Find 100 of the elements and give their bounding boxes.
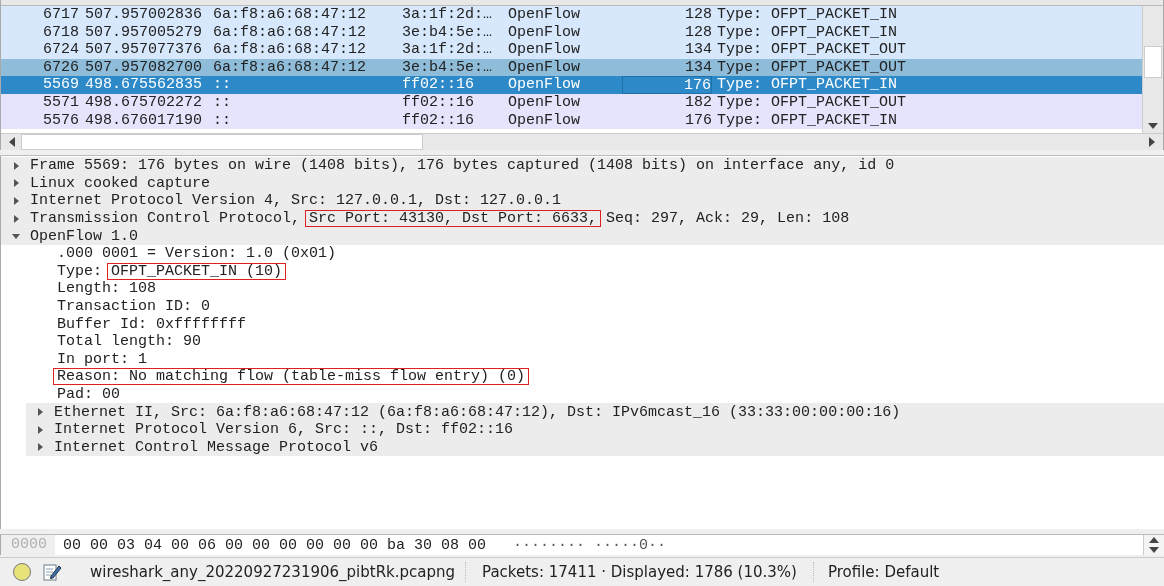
tree-label: Seq: 297, Ack: 29, Len: 108: [606, 211, 850, 227]
packet-number: 6726: [42, 58, 79, 77]
packet-protocol: OpenFlow: [507, 93, 581, 112]
packet-number: 5576: [42, 111, 79, 130]
packet-time: 507.957082700: [84, 58, 204, 77]
packet-destination: 3e:b4:5e:…: [401, 58, 493, 77]
tree-label: Length: 108: [57, 281, 157, 297]
packet-source: ::: [212, 93, 232, 112]
capture-file-name: wireshark_any_20220927231906_pibtRk.pcapng: [90, 563, 456, 581]
tree-label: OpenFlow 1.0: [30, 228, 139, 244]
packet-source: 6a:f8:a6:68:47:12: [212, 23, 368, 42]
packet-length: 128: [684, 6, 712, 24]
packet-destination: ff02::16: [401, 76, 475, 94]
expand-arrow-icon[interactable]: [11, 178, 21, 189]
packet-time: 507.957077376: [84, 41, 204, 59]
packet-length: 134: [684, 58, 712, 77]
packet-destination: ff02::16: [401, 93, 475, 112]
packet-source: ::: [212, 76, 232, 94]
tree-label: Transmission Control Protocol,: [30, 211, 301, 227]
packet-number: 6718: [42, 23, 79, 42]
scroll-right-icon[interactable]: [1149, 137, 1155, 147]
packet-destination: ff02::16: [401, 111, 475, 130]
scrollbar-thumb[interactable]: [21, 134, 423, 150]
scroll-up-icon[interactable]: [1149, 537, 1159, 543]
packet-protocol: OpenFlow: [507, 23, 581, 42]
packet-time: 498.675702272: [84, 93, 204, 112]
status-indicator-icon[interactable]: [12, 562, 32, 582]
packet-time: 507.957002836: [84, 6, 204, 24]
packet-protocol: OpenFlow: [507, 41, 581, 59]
packet-protocol: OpenFlow: [507, 58, 581, 77]
tree-label: Frame 5569: 176 bytes on wire (1408 bits), 176 bytes captured (1408 bits) on interface any, id 0: [30, 158, 895, 174]
packet-info: Type: OFPT_PACKET_IN: [716, 111, 898, 130]
packet-protocol: OpenFlow: [507, 76, 581, 94]
vertical-scrollbar[interactable]: [1143, 535, 1164, 555]
tree-label: Total length: 90: [57, 334, 202, 350]
tree-row[interactable]: Frame 5569: 176 bytes on wire (1408 bits), 176 bytes captured (1408 bits) on interface any, id 0: [1, 157, 1164, 175]
highlighted-field: OFPT_PACKET_IN (10): [107, 262, 287, 280]
packet-info: Type: OFPT_PACKET_IN: [716, 76, 898, 94]
packet-protocol: OpenFlow: [507, 111, 581, 130]
packet-info: Type: OFPT_PACKET_IN: [716, 6, 898, 24]
tree-label: Transaction ID: 0: [57, 299, 211, 315]
packet-info: Type: OFPT_PACKET_OUT: [716, 41, 907, 59]
expand-arrow-icon[interactable]: [11, 196, 21, 206]
highlighted-field: Reason: No matching flow (table-miss flow entry) (0): [53, 368, 530, 386]
packet-number: 6724: [42, 41, 79, 59]
packet-row[interactable]: 5569 498.675562835 :: ff02::16 OpenFlow 176 Type: OFPT_PACKET_IN: [1, 76, 1142, 94]
scroll-down-icon[interactable]: [1149, 547, 1159, 553]
highlighted-field: Src Port: 43130, Dst Port: 6633,: [305, 210, 602, 228]
packet-source: 6a:f8:a6:68:47:12: [212, 41, 368, 59]
packet-count: Packets: 17411 · Displayed: 1786 (10.3%): [481, 563, 798, 581]
tree-label: .000 0001 = Version: 1.0 (0x01): [57, 246, 337, 262]
tree-label: In port: 1: [57, 351, 147, 367]
tree-row[interactable]: Ethernet II, Src: 6a:f8:a6:68:47:12 (6a:f8:a6:68:47:12), Dst: IPv6mcast_16 (33:33:00:00:00:16): [26, 403, 1164, 421]
packet-info: Type: OFPT_PACKET_OUT: [716, 58, 907, 77]
horizontal-scrollbar[interactable]: [1, 133, 1163, 150]
packet-time: 507.957005279: [84, 23, 204, 42]
packet-number: 5569: [42, 76, 79, 94]
tree-label: Internet Protocol Version 4, Src: 127.0.0.1, Dst: 127.0.0.1: [30, 193, 562, 209]
expand-arrow-icon[interactable]: [11, 213, 21, 224]
packet-info: Type: OFPT_PACKET_IN: [716, 23, 898, 42]
tree-label: Ethernet II, Src: 6a:f8:a6:68:47:12 (6a:f8:a6:68:47:12), Dst: IPv6mcast_16 (33:33:00:00:00:16): [54, 404, 901, 420]
packet-length: 128: [684, 23, 712, 42]
packet-destination: 3e:b4:5e:…: [401, 23, 493, 42]
tree-label: Pad: 00: [57, 387, 120, 402]
tree-row[interactable]: Internet Protocol Version 4, Src: 127.0.0.1, Dst: 127.0.0.1: [1, 192, 1164, 210]
packet-time: 498.675562835: [84, 76, 204, 94]
expand-arrow-icon[interactable]: [35, 407, 45, 418]
tree-row[interactable]: OpenFlow 1.0: [1, 227, 1164, 245]
packet-row[interactable]: 6717 507.957002836 6a:f8:a6:68:47:12 3a:1f:2d:… OpenFlow 128 Type: OFPT_PACKET_IN: [1, 6, 1142, 24]
tree-label: Internet Control Message Protocol v6: [54, 439, 379, 455]
packet-source: 6a:f8:a6:68:47:12: [212, 6, 368, 24]
packet-length: 134: [684, 41, 712, 59]
expand-arrow-icon[interactable]: [35, 442, 45, 453]
tree-label: Linux cooked capture: [30, 175, 211, 191]
packet-length: 182: [684, 93, 712, 112]
tree-label: Type:: [57, 263, 102, 279]
expand-arrow-icon[interactable]: [11, 160, 21, 171]
packet-number: 6717: [42, 6, 79, 24]
packet-number: 5571: [42, 93, 79, 112]
expand-arrow-icon[interactable]: [35, 424, 45, 435]
packet-row[interactable]: 6724 507.957077376 6a:f8:a6:68:47:12 3a:1f:2d:… OpenFlow 134 Type: OFPT_PACKET_OUT: [1, 41, 1142, 59]
packet-source: ::: [212, 111, 232, 130]
vertical-scrollbar[interactable]: [1142, 6, 1163, 133]
edit-comment-icon[interactable]: [42, 562, 62, 582]
packet-source: 6a:f8:a6:68:47:12: [212, 58, 368, 77]
packet-time: 498.676017190: [84, 111, 204, 130]
packet-length: 176: [684, 111, 712, 130]
tree-label: Internet Protocol Version 6, Src: ::, Dst: ff02::16: [54, 422, 514, 438]
scrollbar-thumb[interactable]: [1144, 46, 1162, 78]
ascii-bytes: ········ ·····0··: [513, 536, 667, 554]
tree-label: Buffer Id: 0xffffffff: [57, 316, 247, 332]
hex-bytes: 00 00 03 04 00 06 00 00 00 00 00 00 ba 30 08 00: [63, 536, 487, 554]
scroll-down-icon[interactable]: [1148, 123, 1158, 129]
profile-label[interactable]: Profile: Default: [823, 563, 960, 581]
packet-destination: 3a:1f:2d:…: [401, 41, 493, 59]
packet-info: Type: OFPT_PACKET_OUT: [716, 93, 907, 112]
scroll-left-icon[interactable]: [9, 137, 15, 147]
byte-offset: 0000: [1, 535, 55, 555]
packet-length: 176: [622, 76, 712, 94]
packet-protocol: OpenFlow: [507, 6, 581, 24]
